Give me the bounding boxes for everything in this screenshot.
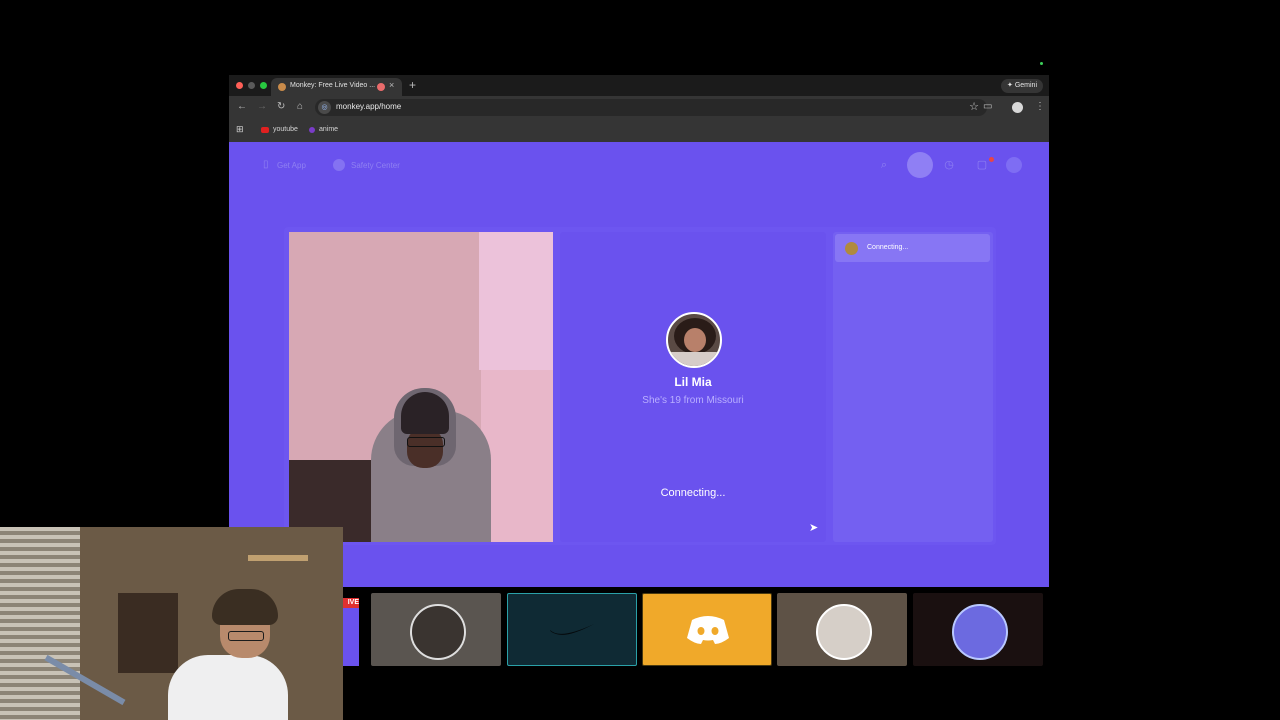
minimize-window-button[interactable]: [248, 82, 255, 89]
apps-grid-icon[interactable]: ⊞: [236, 124, 244, 135]
stream-tile-discord: [642, 593, 772, 666]
back-arrow-icon[interactable]: ←: [237, 101, 247, 113]
new-tab-button[interactable]: +: [409, 78, 416, 92]
live-badge: IVE: [343, 598, 359, 608]
person-face: [407, 428, 443, 468]
chat-status-text: Connecting...: [867, 244, 909, 251]
match-name: Lil Mia: [674, 375, 712, 389]
search-icon[interactable]: ⌕: [876, 157, 892, 173]
chat-status-row: Connecting...: [835, 234, 990, 262]
chat-panel: Connecting...: [833, 232, 993, 542]
monkey-avatar-icon: [845, 242, 858, 255]
connection-status: Connecting...: [660, 487, 726, 499]
streamer-hair: [212, 589, 278, 625]
friend-avatar: [410, 604, 466, 660]
stream-tile-two-men: [777, 593, 907, 666]
gemini-button[interactable]: ✦ Gemini: [1001, 79, 1043, 93]
avatar-shirt: [668, 352, 720, 366]
monkey-page: ▯ Get App Safety Center ⌕ ◷ ▢ Lil Mia Sh…: [229, 142, 1049, 587]
stream-tile-partial: [343, 608, 359, 666]
browser-toolbar: ← → ↻ ⌂ ◎ monkey.app/home ☆ ▭ ⋮: [229, 96, 1049, 120]
safety-center-link[interactable]: Safety Center: [351, 161, 400, 170]
recording-icon: [377, 83, 385, 91]
site-info-icon[interactable]: ◎: [318, 101, 331, 114]
forward-arrow-icon[interactable]: →: [257, 101, 267, 113]
streamer-webcam: [0, 527, 343, 720]
browser-window: Monkey: Free Live Video ... × + ✦ Gemini…: [229, 75, 1049, 587]
stream-tile-monkey: [913, 593, 1043, 666]
youtube-icon: [261, 127, 269, 133]
safety-shield-icon: [333, 159, 345, 171]
webcam-light: [248, 555, 308, 561]
stream-tile-nike: [507, 593, 637, 666]
history-icon[interactable]: ◷: [941, 157, 957, 173]
maximize-window-button[interactable]: [260, 82, 267, 89]
mouse-cursor-icon: ➤: [809, 522, 819, 534]
home-icon[interactable]: ⌂: [297, 101, 303, 113]
phone-icon: ▯: [263, 159, 269, 170]
stream-tile-friend-photo: [371, 593, 501, 666]
recording-indicator-dot: [1040, 62, 1043, 65]
self-camera-feed: [289, 232, 553, 542]
get-app-link[interactable]: Get App: [277, 161, 306, 170]
match-subtitle: She's 19 from Missouri: [642, 395, 744, 406]
profile-avatar[interactable]: [1006, 157, 1022, 173]
monkey-mascot-icon: [952, 604, 1008, 660]
profile-avatar-icon[interactable]: [1012, 102, 1023, 113]
bookmarks-bar: ⊞ youtube anime: [229, 120, 1049, 143]
webcam-shelf: [118, 593, 178, 673]
crown-button[interactable]: [907, 152, 933, 178]
notification-dot: [989, 157, 994, 162]
anime-icon: [309, 127, 315, 133]
nike-swoosh-icon: [550, 624, 594, 635]
bookmark-anime[interactable]: anime: [319, 126, 338, 133]
chat-bubble-icon[interactable]: ▢: [974, 157, 990, 173]
avatar-face: [684, 328, 706, 352]
tab-title: Monkey: Free Live Video ...: [290, 82, 376, 89]
tab-bar: Monkey: Free Live Video ... × + ✦ Gemini: [229, 75, 1049, 96]
match-avatar[interactable]: [666, 312, 722, 368]
extensions-icon[interactable]: ▭: [983, 101, 992, 113]
address-bar[interactable]: ◎ monkey.app/home ☆: [315, 99, 987, 116]
person-glasses: [407, 437, 445, 447]
streamer-glasses: [228, 631, 264, 641]
close-window-button[interactable]: [236, 82, 243, 89]
discord-logo-icon: [687, 616, 729, 644]
close-tab-icon[interactable]: ×: [389, 80, 394, 90]
two-men-avatar: [816, 604, 872, 660]
url-text: monkey.app/home: [336, 102, 402, 111]
match-panel: Lil Mia She's 19 from Missouri Connectin…: [560, 232, 826, 542]
bookmark-youtube[interactable]: youtube: [273, 126, 298, 133]
bookmark-star-icon[interactable]: ☆: [969, 100, 979, 113]
monkey-favicon-icon: [278, 83, 286, 91]
tab-monkey[interactable]: Monkey: Free Live Video ... ×: [271, 78, 402, 96]
webcam-blinds: [0, 527, 80, 720]
reload-icon[interactable]: ↻: [277, 101, 285, 113]
person-beanie: [401, 392, 449, 434]
streamer-hoodie: [168, 655, 288, 720]
more-menu-icon[interactable]: ⋮: [1035, 101, 1045, 113]
wall-poster: [479, 232, 553, 370]
